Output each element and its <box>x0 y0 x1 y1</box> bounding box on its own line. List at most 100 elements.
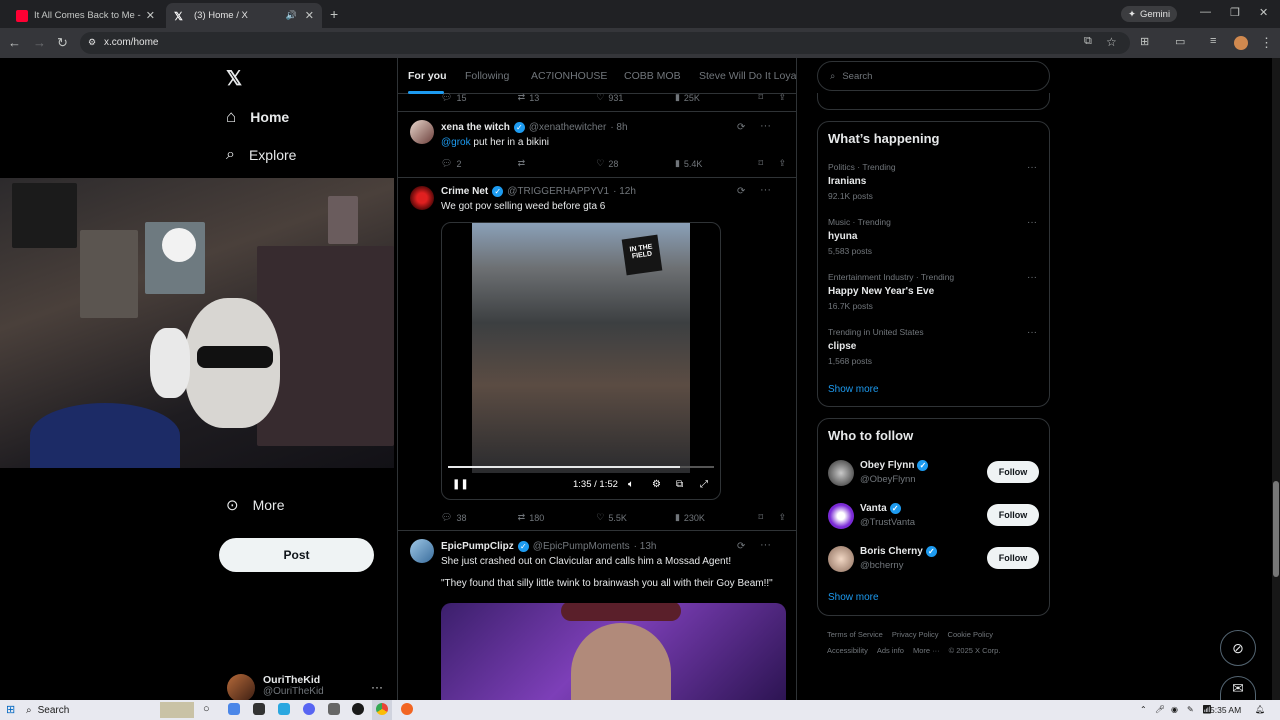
new-tab-icon[interactable]: + <box>330 6 338 22</box>
footer-link[interactable]: Accessibility <box>827 646 868 655</box>
author-handle[interactable]: @xenathewitcher <box>529 122 606 133</box>
timestamp[interactable]: · 8h <box>610 122 627 133</box>
tab-x-home[interactable]: 𝕏 (3) Home / X 🔊 ✕ <box>166 3 322 28</box>
account-switcher[interactable]: OuriTheKid @OuriTheKid ··· <box>227 674 383 702</box>
sidepanel-icon[interactable]: ▭ <box>1175 35 1185 48</box>
site-info-icon[interactable]: ⚙ <box>88 37 96 48</box>
gemini-button[interactable]: ✦ Gemini <box>1121 6 1178 22</box>
trend-item[interactable]: Politics · Trending Iranians 92.1K posts… <box>828 162 1041 201</box>
footer-link[interactable]: Privacy Policy <box>892 630 939 639</box>
tray-chevron-icon[interactable]: ⌃ <box>1140 705 1147 714</box>
trend-item[interactable]: Entertainment Industry · Trending Happy … <box>828 272 1041 311</box>
repost-button[interactable]: ⇄ 13 <box>518 92 597 103</box>
footer-link[interactable]: More ··· <box>913 646 940 655</box>
more-dots-icon[interactable]: ··· <box>1027 217 1037 228</box>
like-button[interactable]: ♡ 5.5K <box>596 512 675 523</box>
microphone-icon[interactable]: 🎤︎ <box>1155 705 1165 714</box>
grok-icon[interactable]: ⟳ <box>737 122 745 133</box>
author-handle[interactable]: @EpicPumpMoments <box>533 541 630 552</box>
trend-item[interactable]: Trending in United States clipse 1,568 p… <box>828 327 1041 366</box>
chrome-icon[interactable] <box>376 703 388 715</box>
tweet[interactable]: Crime Net ✓ @TRIGGERHAPPYV1 · 12h ⟳ ··· … <box>398 178 796 531</box>
bookmark-button[interactable]: ⌑ <box>759 512 779 523</box>
video-player[interactable]: IN THE FIELD ❚❚ 1:35 / 1:52 🔈︎ ⚙ ⧉ ⤢ <box>441 222 721 500</box>
windows-start-icon[interactable]: ⊞ <box>6 703 15 716</box>
follow-button[interactable]: Follow <box>987 461 1039 483</box>
like-button[interactable]: ♡ 931 <box>596 92 675 103</box>
back-icon[interactable]: ← <box>8 35 21 50</box>
more-dots-icon[interactable]: ··· <box>1027 272 1037 283</box>
follow-suggestion[interactable]: Vanta ✓ @TrustVanta Follow <box>828 503 1041 533</box>
more-dots-icon[interactable]: ··· <box>760 120 771 132</box>
author-handle[interactable]: @TRIGGERHAPPYV1 <box>507 186 609 197</box>
follow-button[interactable]: Follow <box>987 504 1039 526</box>
timestamp[interactable]: · 12h <box>613 186 636 197</box>
grok-icon[interactable]: ⟳ <box>737 186 745 197</box>
address-bar[interactable]: ⚙ x.com/home <box>80 32 1130 54</box>
tab-youtube[interactable]: It All Comes Back to Me - Baby ✕ <box>8 3 163 28</box>
app-icon[interactable] <box>278 703 290 715</box>
follow-button[interactable]: Follow <box>987 547 1039 569</box>
profile-avatar[interactable] <box>1234 36 1248 50</box>
nav-home[interactable]: ⌂ Home <box>226 107 289 127</box>
reply-button[interactable]: 💬︎ 2 <box>441 158 518 169</box>
nav-more[interactable]: ⊙ More <box>226 496 284 514</box>
share-button[interactable]: ⇪ <box>778 92 786 103</box>
footer-link[interactable]: Ads info <box>877 646 904 655</box>
reply-button[interactable]: 💬︎ 15 <box>441 92 518 103</box>
scrollbar-thumb[interactable] <box>1273 481 1279 577</box>
volume-icon[interactable]: 🔈︎ <box>628 479 634 490</box>
app-icon[interactable] <box>401 703 413 715</box>
tweet-media[interactable] <box>441 603 786 700</box>
bookmark-star-icon[interactable]: ☆ <box>1106 35 1117 49</box>
speaker-icon[interactable]: 🔊 <box>286 10 297 21</box>
tray-app-icon[interactable]: ◉ <box>1171 705 1178 714</box>
tab-following[interactable]: Following <box>465 70 509 82</box>
tab-cobb-mob[interactable]: COBB MOB <box>624 70 681 82</box>
show-more-link[interactable]: Show more <box>828 384 879 395</box>
scrollbar[interactable] <box>1272 58 1280 700</box>
more-dots-icon[interactable]: ··· <box>1027 162 1037 173</box>
reply-button[interactable]: 💬︎ 38 <box>441 512 518 523</box>
share-button[interactable]: ⇪ <box>778 158 786 169</box>
reload-icon[interactable]: ↻ <box>57 35 68 51</box>
install-icon[interactable]: ⧉ <box>1084 35 1092 48</box>
media-icon[interactable]: ≡ <box>1210 35 1216 47</box>
grok-icon[interactable]: ⟳ <box>737 541 745 552</box>
bookmark-button[interactable]: ⌑ <box>759 158 779 169</box>
mention-link[interactable]: @grok <box>441 137 471 148</box>
tab-for-you[interactable]: For you <box>408 70 447 82</box>
views-button[interactable]: ▮ 25K <box>675 92 759 103</box>
app-icon[interactable] <box>328 703 340 715</box>
more-dots-icon[interactable]: ··· <box>1027 327 1037 338</box>
footer-link[interactable]: Cookie Policy <box>948 630 993 639</box>
timestamp[interactable]: · 13h <box>634 541 657 552</box>
tweet[interactable]: xena the witch ✓ @xenathewitcher · 8h ⟳ … <box>398 112 796 178</box>
trend-item[interactable]: Music · Trending hyuna 5,583 posts ··· <box>828 217 1041 256</box>
pip-icon[interactable]: ⧉ <box>676 479 683 490</box>
pause-icon[interactable]: ❚❚ <box>452 479 469 490</box>
repost-button[interactable]: ⇄ 180 <box>518 512 597 523</box>
more-dots-icon[interactable]: ··· <box>760 539 771 551</box>
app-icon[interactable] <box>228 703 240 715</box>
nav-explore[interactable]: ⌕ Explore <box>226 146 296 164</box>
tweet[interactable]: EpicPumpClipz ✓ @EpicPumpMoments · 13h ⟳… <box>398 531 796 700</box>
avatar[interactable] <box>410 120 434 144</box>
footer-link[interactable]: Terms of Service <box>827 630 883 639</box>
more-dots-icon[interactable]: ··· <box>371 680 383 694</box>
tab-ac7ionhouse[interactable]: AC7IONHOUSE <box>531 70 607 82</box>
author-name[interactable]: Crime Net <box>441 186 488 197</box>
follow-suggestion[interactable]: Boris Cherny ✓ @bcherny Follow <box>828 546 1041 576</box>
search-input[interactable]: ⌕ Search <box>817 61 1050 91</box>
views-button[interactable]: ▮ 230K <box>675 512 759 523</box>
video-progress-bar[interactable] <box>448 466 714 468</box>
views-button[interactable]: ▮ 5.4K <box>675 158 759 169</box>
minimize-icon[interactable]: — <box>1200 6 1211 18</box>
forward-icon[interactable]: → <box>33 35 46 50</box>
pen-icon[interactable]: ✎ <box>1187 705 1194 714</box>
extensions-icon[interactable]: ⊞ <box>1140 35 1149 48</box>
discord-icon[interactable] <box>303 703 315 715</box>
menu-icon[interactable]: ⋮ <box>1260 35 1273 51</box>
author-name[interactable]: EpicPumpClipz <box>441 541 514 552</box>
share-button[interactable]: ⇪ <box>778 512 786 523</box>
